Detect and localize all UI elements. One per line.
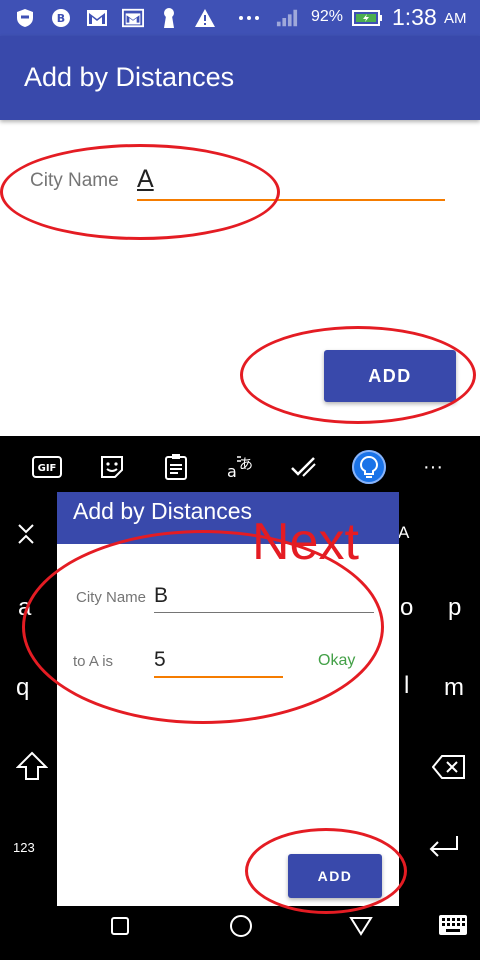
- annotation-ellipse-city: [0, 144, 280, 240]
- keyhole-icon: [158, 7, 180, 29]
- back-icon[interactable]: [349, 916, 373, 941]
- sticker-icon[interactable]: [97, 452, 127, 482]
- checklist-icon[interactable]: [288, 452, 318, 482]
- navigation-bar: [0, 906, 480, 960]
- lightbulb-icon[interactable]: [352, 450, 386, 484]
- translate-icon[interactable]: aあ: [225, 452, 255, 482]
- recents-icon[interactable]: [110, 916, 130, 941]
- gmail-icon: [86, 7, 108, 29]
- shift-icon[interactable]: [15, 750, 49, 787]
- svg-text:B: B: [57, 12, 65, 25]
- svg-text:GIF: GIF: [38, 463, 57, 474]
- clock: 1:38: [392, 4, 437, 30]
- more-icon[interactable]: ···: [418, 452, 448, 482]
- backspace-icon[interactable]: [431, 754, 466, 785]
- key-shift-hint[interactable]: A: [398, 523, 409, 543]
- key-p[interactable]: p: [448, 594, 461, 622]
- annotation-ellipse-popup-add: [245, 828, 407, 914]
- key-l[interactable]: l: [404, 672, 409, 700]
- more-icon: [238, 7, 260, 29]
- page-title: Add by Distances: [24, 62, 235, 92]
- home-icon[interactable]: [229, 914, 253, 943]
- battery-percent: 92%: [311, 8, 344, 25]
- svg-text:あ: あ: [239, 457, 253, 473]
- gif-icon[interactable]: GIF: [32, 452, 62, 482]
- annotation-next-text: Next: [252, 513, 359, 571]
- status-bar: B 92% 1:38 AM: [0, 0, 480, 36]
- keyboard-switch-icon[interactable]: [438, 914, 468, 941]
- battery-charging-icon: [352, 7, 382, 29]
- clipboard-icon[interactable]: [161, 452, 191, 482]
- svg-text:a: a: [227, 462, 237, 481]
- warning-icon: [194, 7, 216, 29]
- collapse-keyboard-icon[interactable]: [16, 522, 36, 546]
- popup-title: Add by Distances: [73, 498, 252, 524]
- shield-icon: [14, 7, 36, 29]
- app-bar: Add by Distances: [0, 36, 480, 120]
- key-numbers[interactable]: 123: [13, 840, 35, 855]
- enter-icon[interactable]: [428, 834, 460, 865]
- bitcoin-icon: B: [50, 7, 72, 29]
- annotation-ellipse-add: [240, 326, 476, 424]
- key-o[interactable]: o: [400, 594, 413, 622]
- gmail-icon: [122, 7, 144, 29]
- key-m[interactable]: m: [444, 674, 464, 702]
- clock-ampm: AM: [444, 10, 467, 27]
- key-q[interactable]: q: [16, 674, 29, 702]
- signal-icon: [276, 7, 298, 29]
